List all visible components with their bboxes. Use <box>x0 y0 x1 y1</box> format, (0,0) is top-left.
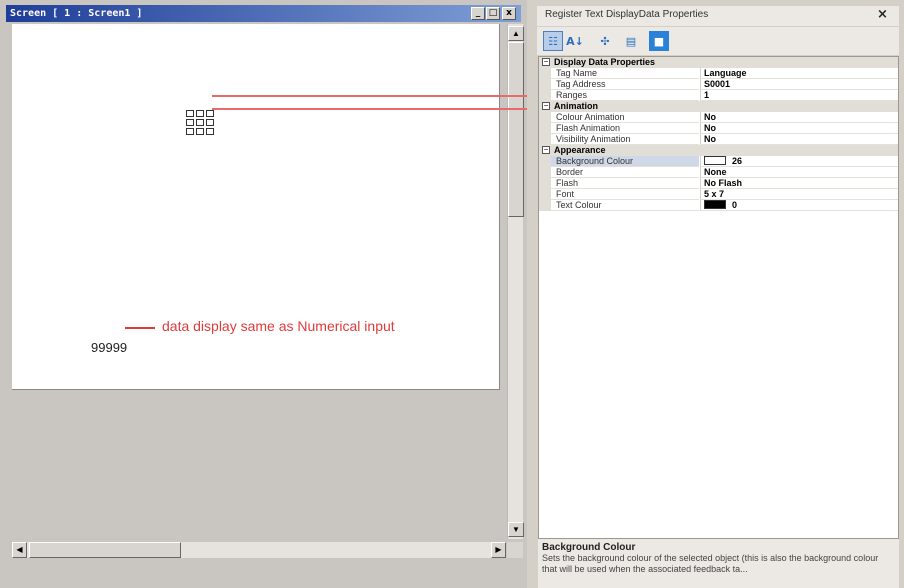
property-value[interactable]: S0001 <box>700 79 898 90</box>
property-value[interactable]: 0 <box>700 200 898 211</box>
screen-window-titlebar[interactable]: Screen [ 1 : Screen1 ] _ □ x <box>6 5 521 22</box>
property-row-tag-name[interactable]: Tag Name Language <box>539 68 898 79</box>
colour-index: 26 <box>732 156 743 166</box>
row-gutter <box>539 79 551 90</box>
property-grid: − Display Data Properties Tag Name Langu… <box>538 56 899 540</box>
property-value[interactable]: No <box>700 112 898 123</box>
property-row-visibility-animation[interactable]: Visibility Animation No <box>539 134 898 145</box>
colour-index: 0 <box>732 200 738 210</box>
property-name: Tag Name <box>539 68 699 79</box>
vertical-scrollbar[interactable]: ▲ ▼ <box>507 24 524 539</box>
category-animation[interactable]: − Animation <box>539 101 898 112</box>
register-text-display-widget[interactable] <box>186 110 220 140</box>
scroll-right-arrow-icon[interactable]: ▶ <box>491 542 506 558</box>
maximize-button[interactable]: □ <box>486 7 500 20</box>
row-gutter <box>539 167 551 178</box>
property-value[interactable]: None <box>700 167 898 178</box>
close-button[interactable]: x <box>502 7 516 20</box>
property-pages-icon[interactable]: ▤ <box>621 31 641 51</box>
row-gutter <box>539 134 551 145</box>
property-name: Text Colour <box>539 200 699 211</box>
collapse-icon[interactable]: − <box>542 102 550 110</box>
annotation-label: data display same as Numerical input <box>162 318 395 334</box>
property-row-border[interactable]: Border None <box>539 167 898 178</box>
properties-header: Register Text DisplayData Properties × <box>537 6 899 26</box>
property-row-flash[interactable]: Flash No Flash <box>539 178 898 189</box>
scroll-up-arrow-icon[interactable]: ▲ <box>508 26 524 41</box>
colour-swatch-icon <box>704 156 726 165</box>
connector-line-ranges <box>212 108 550 110</box>
horizontal-scroll-thumb[interactable] <box>29 542 181 558</box>
apply-icon[interactable]: ■ <box>649 31 669 51</box>
property-name: Border <box>539 167 699 178</box>
property-name: Tag Address <box>539 79 699 90</box>
property-row-background-colour[interactable]: Background Colour 26 <box>539 156 898 167</box>
screen-editor-window: Screen [ 1 : Screen1 ] _ □ x 99999 ▲ ▼ ◀… <box>0 0 527 588</box>
properties-panel: Register Text DisplayData Properties × ☷… <box>527 0 904 588</box>
scroll-down-arrow-icon[interactable]: ▼ <box>508 522 524 537</box>
property-value[interactable]: No <box>700 134 898 145</box>
categorized-view-icon[interactable]: ☷ <box>543 31 563 51</box>
description-text: Sets the background colour of the select… <box>542 553 879 574</box>
colour-swatch-icon <box>704 200 726 209</box>
screen-canvas[interactable]: 99999 <box>12 24 500 390</box>
property-name: Flash <box>539 178 699 189</box>
property-row-flash-animation[interactable]: Flash Animation No <box>539 123 898 134</box>
row-gutter <box>539 156 551 167</box>
category-display-data-properties[interactable]: − Display Data Properties <box>539 57 898 68</box>
row-gutter <box>539 123 551 134</box>
close-icon[interactable]: × <box>877 7 888 22</box>
property-row-text-colour[interactable]: Text Colour 0 <box>539 200 898 211</box>
minimize-button[interactable]: _ <box>471 7 485 20</box>
description-title: Background Colour <box>542 542 636 553</box>
row-gutter <box>539 200 551 211</box>
property-row-ranges[interactable]: Ranges 1 <box>539 90 898 101</box>
screen-workspace-background <box>12 390 506 538</box>
properties-title: Register Text DisplayData Properties <box>545 9 709 20</box>
category-appearance[interactable]: − Appearance <box>539 145 898 156</box>
size-grip-icon[interactable] <box>507 542 523 558</box>
screen-window-title: Screen [ 1 : Screen1 ] <box>10 8 143 19</box>
property-name: Visibility Animation <box>539 134 699 145</box>
scroll-left-arrow-icon[interactable]: ◀ <box>12 542 27 558</box>
property-row-font[interactable]: Font 5 x 7 <box>539 189 898 200</box>
property-row-colour-animation[interactable]: Colour Animation No <box>539 112 898 123</box>
property-value[interactable]: 26 <box>700 156 898 167</box>
horizontal-scrollbar[interactable]: ◀ ▶ <box>12 542 506 558</box>
vertical-scroll-thumb[interactable] <box>508 42 524 217</box>
row-gutter <box>539 189 551 200</box>
collapse-icon[interactable]: − <box>542 58 550 66</box>
property-name: Font <box>539 189 699 200</box>
property-value[interactable]: 5 x 7 <box>700 189 898 200</box>
alphabetical-sort-icon[interactable]: A↓ <box>565 31 585 51</box>
property-name: Flash Animation <box>539 123 699 134</box>
property-value[interactable]: No Flash <box>700 178 898 189</box>
property-name: Background Colour <box>539 156 699 167</box>
property-description-box: Background Colour Sets the background co… <box>538 538 899 588</box>
data-display-widget[interactable]: 99999 <box>91 340 127 355</box>
property-row-tag-address[interactable]: Tag Address S0001 <box>539 79 898 90</box>
row-gutter <box>539 68 551 79</box>
collapse-icon[interactable]: − <box>542 146 550 154</box>
annotation-pointer-line <box>125 327 155 329</box>
connector-line-tag-address <box>212 95 550 97</box>
row-gutter <box>539 90 551 101</box>
property-value[interactable]: Language <box>700 68 898 79</box>
row-gutter <box>539 178 551 189</box>
property-value[interactable]: No <box>700 123 898 134</box>
properties-toolbar: ☷ A↓ ✣ ▤ ■ <box>537 27 899 55</box>
property-name: Ranges <box>539 90 699 101</box>
expand-all-icon[interactable]: ✣ <box>595 31 615 51</box>
property-value[interactable]: 1 <box>700 90 898 101</box>
row-gutter <box>539 112 551 123</box>
property-name: Colour Animation <box>539 112 699 123</box>
